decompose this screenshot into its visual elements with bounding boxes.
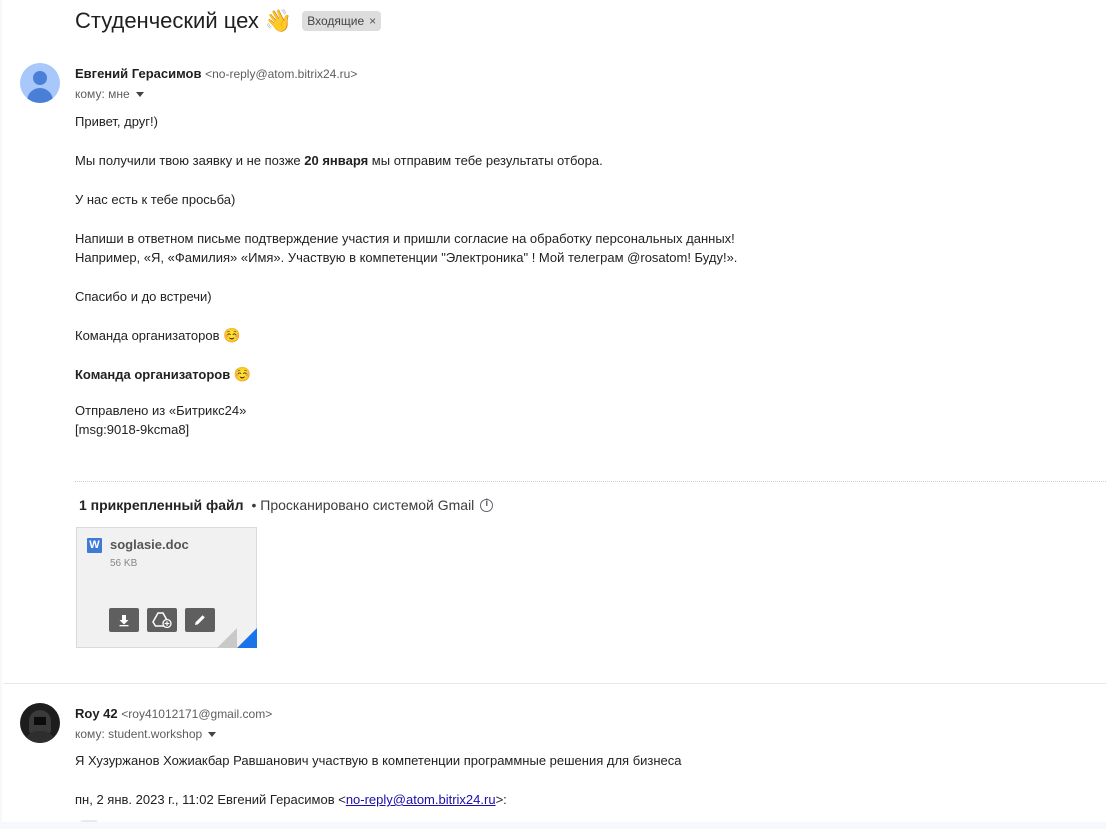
subject-row: Студенческий цех 👋 Входящие ×	[75, 4, 382, 38]
attachment-card[interactable]: W soglasie.doc 56 KB	[76, 527, 257, 648]
paragraph-deadline: Мы получили твою заявку и не позже 20 ян…	[75, 151, 1075, 170]
save-to-drive-button[interactable]	[147, 608, 177, 632]
chevron-down-icon[interactable]	[135, 91, 144, 97]
avatar-face-shape	[34, 717, 46, 725]
avatar-body-shape	[27, 88, 53, 103]
attachments-count: 1 прикрепленный файл	[79, 497, 244, 513]
attachment-file-name: soglasie.doc	[110, 537, 189, 552]
recipients-toggle[interactable]: кому: мне	[75, 87, 144, 101]
paragraph-request: У нас есть к тебе просьба)	[75, 192, 236, 207]
message-separator	[4, 683, 1106, 684]
signature-1-text: Команда организаторов	[75, 328, 220, 343]
message1-sender-line: Евгений Герасимов <no-reply@atom.bitrix2…	[75, 66, 357, 81]
page-fold-shape	[217, 628, 237, 648]
email-subject: Студенческий цех	[75, 8, 259, 33]
quoted-email-link[interactable]: no-reply@atom.bitrix24.ru	[346, 792, 496, 807]
doc-corner-accent	[237, 628, 257, 648]
download-button[interactable]	[109, 608, 139, 632]
waving-hand-emoji: 👋	[264, 8, 293, 33]
paragraph-instructions-2: Например, «Я, «Фамилия» «Имя». Участвую …	[75, 250, 738, 265]
drive-add-icon	[152, 612, 172, 628]
sender-avatar[interactable]	[20, 63, 60, 103]
edit-button[interactable]	[185, 608, 215, 632]
sender-name[interactable]: Евгений Герасимов	[75, 66, 201, 81]
greeting: Привет, друг!)	[75, 114, 158, 129]
recipients-text: кому: мне	[75, 87, 130, 101]
sender-email: <no-reply@atom.bitrix24.ru>	[205, 67, 358, 81]
email-thread-card: Студенческий цех 👋 Входящие × Евгений Ге…	[2, 0, 1106, 822]
attachments-divider	[75, 481, 1106, 482]
sender-avatar[interactable]	[20, 703, 60, 743]
message2-sender-line: Roy 42 <roy41012171@gmail.com>	[75, 706, 272, 721]
smiling-face-emoji: ☺️	[223, 327, 241, 343]
remove-label-icon[interactable]: ×	[369, 14, 376, 28]
attachment-file-size: 56 KB	[110, 558, 138, 569]
signature-2-text: Команда организаторов	[75, 367, 231, 382]
recipients-text: кому: student.workshop	[75, 727, 203, 741]
signature-2: Команда организаторов ☺️	[75, 365, 1075, 384]
deadline-date: 20 января	[304, 153, 369, 168]
quote-suffix: >:	[495, 792, 507, 807]
chevron-down-icon[interactable]	[208, 731, 217, 737]
message2-body: Я Хузуржанов Хожиакбар Равшанович участв…	[75, 753, 682, 768]
sender-name[interactable]: Roy 42	[75, 706, 118, 721]
scan-status: • Просканировано системой Gmail	[251, 497, 475, 513]
smiling-face-emoji: ☺️	[233, 366, 252, 382]
pencil-icon	[195, 615, 205, 625]
word-doc-icon: W	[87, 538, 102, 553]
avatar-shoulders-shape	[24, 731, 56, 743]
signature-1: Команда организаторов ☺️	[75, 326, 1075, 345]
deadline-text-before: Мы получили твою заявку и не позже	[75, 153, 305, 168]
info-icon[interactable]	[480, 498, 494, 512]
footer-sent-from: Отправлено из «Битрикс24»	[75, 403, 247, 418]
footer-msg-id: [msg:9018-9kcma8]	[75, 422, 190, 437]
show-trimmed-content-button[interactable]	[80, 820, 98, 822]
quoted-header: пн, 2 янв. 2023 г., 11:02 Евгений Гераси…	[75, 792, 507, 807]
paragraph-thanks: Спасибо и до встречи)	[75, 289, 212, 304]
avatar-head-shape	[33, 71, 47, 85]
recipients-toggle[interactable]: кому: student.workshop	[75, 727, 217, 741]
attachments-header: 1 прикрепленный файл • Просканировано си…	[79, 497, 494, 513]
inbox-label-text: Входящие	[307, 14, 365, 28]
deadline-text-after: мы отправим тебе результаты отбора.	[368, 153, 603, 168]
download-icon	[119, 615, 129, 627]
message1-body: Привет, друг!) Мы получили твою заявку и…	[75, 112, 1075, 439]
paragraph-instructions-1: Напиши в ответном письме подтверждение у…	[75, 231, 735, 246]
inbox-label-chip[interactable]: Входящие ×	[302, 11, 382, 31]
sender-email: <roy41012171@gmail.com>	[121, 707, 273, 721]
quote-prefix: пн, 2 янв. 2023 г., 11:02 Евгений Гераси…	[75, 792, 346, 807]
